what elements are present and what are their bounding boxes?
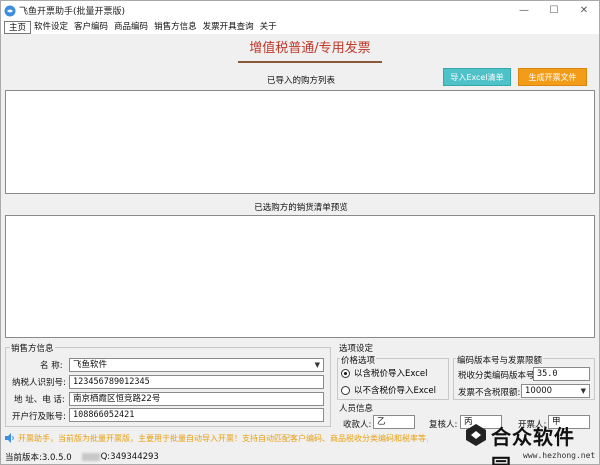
code-version-label: 税收分类编码版本号:	[458, 371, 538, 381]
blurred-region	[81, 452, 100, 461]
speaker-icon	[4, 432, 16, 444]
window-title: 飞鱼开票助手(批量开票版)	[19, 7, 126, 17]
watermark-logo-icon	[465, 423, 487, 447]
minimize-button[interactable]: —	[509, 1, 539, 20]
watermark-url: www.hezhong.net	[523, 451, 596, 460]
limit-value: 10000	[525, 386, 553, 396]
app-fish-icon	[4, 5, 16, 17]
seller-name-select[interactable]: 飞鱼软件 ▼	[69, 358, 324, 372]
radio-unchecked-icon	[341, 385, 350, 395]
generate-file-button[interactable]: 生成开票文件	[518, 68, 587, 86]
qq-text: Q:349344293	[100, 452, 159, 462]
price-with-tax-radio[interactable]: 以含税价导入Excel	[341, 367, 428, 379]
menu-goods-codes[interactable]: 商品编码	[111, 21, 151, 34]
radio-checked-icon	[341, 368, 350, 378]
address-label: 地 址、电 话:	[14, 395, 65, 405]
title-underline	[238, 61, 382, 63]
address-input[interactable]: 南京栖霞区恒竞路22号	[69, 392, 324, 406]
seller-group-title: 销售方信息	[10, 342, 55, 354]
menu-invoice-query[interactable]: 发票开具查询	[200, 21, 257, 34]
close-button[interactable]: ✕	[569, 1, 599, 20]
menu-seller-info[interactable]: 销售方信息	[151, 21, 200, 34]
chevron-down-icon: ▼	[314, 361, 320, 369]
title-bar: 飞鱼开票助手(批量开票版) — ☐ ✕	[1, 1, 599, 20]
code-version-input[interactable]: 35.0	[533, 367, 590, 381]
notice-text: 开票助手，当前版为批量开票版，主要用于批量自动导入开票！支持自动匹配客户编码、商…	[18, 433, 428, 443]
tab-home[interactable]: 主页	[4, 20, 32, 34]
import-excel-button[interactable]: 导入Excel清单	[443, 68, 511, 86]
limit-label: 发票不含税限额:	[458, 388, 521, 398]
menu-about[interactable]: 关于	[257, 21, 280, 34]
seller-name-value: 飞鱼软件	[73, 360, 108, 370]
maximize-button[interactable]: ☐	[539, 1, 569, 20]
people-group-title: 人员信息	[338, 402, 375, 414]
payee-input[interactable]: 乙	[373, 415, 415, 429]
bank-input[interactable]: 108866052421	[69, 408, 324, 422]
goods-preview-label: 已选购方的销货清单预览	[254, 203, 348, 213]
seller-name-label: 名 称:	[40, 361, 63, 371]
options-group-title: 选项设定	[338, 342, 375, 354]
menu-software-settings[interactable]: 软件设定	[31, 21, 71, 34]
price-without-tax-label: 以不含税价导入Excel	[354, 386, 437, 396]
tax-id-label: 纳税人识别号:	[12, 378, 66, 388]
goods-preview-list[interactable]	[5, 215, 595, 338]
imported-buyers-label: 已导入的购方列表	[266, 76, 335, 86]
app-window: 飞鱼开票助手(批量开票版) — ☐ ✕ 主页 软件设定 客户编码 商品编码 销售…	[0, 0, 600, 465]
site-watermark: 合众软件园 www.hezhong.net	[463, 421, 596, 465]
price-with-tax-label: 以含税价导入Excel	[354, 369, 428, 379]
code-version-title: 编码版本号与发票限额	[456, 354, 544, 366]
version-text: 当前版本:3.0.5.0	[5, 453, 72, 463]
window-controls: — ☐ ✕	[509, 1, 599, 20]
price-without-tax-radio[interactable]: 以不含税价导入Excel	[341, 384, 436, 396]
chevron-down-icon: ▼	[580, 387, 586, 395]
limit-select[interactable]: 10000 ▼	[521, 384, 590, 398]
menu-customer-codes[interactable]: 客户编码	[71, 21, 111, 34]
bank-label: 开户行及账号:	[12, 412, 66, 422]
menu-bar: 主页 软件设定 客户编码 商品编码 销售方信息 发票开具查询 关于	[1, 20, 599, 34]
qq-info: Q:349344293	[81, 452, 159, 462]
page-title: 增值税普通/专用发票	[249, 41, 371, 56]
tax-id-input[interactable]: 123456789012345	[69, 375, 324, 389]
imported-buyers-list[interactable]	[5, 90, 595, 194]
price-options-title: 价格选项	[340, 354, 377, 366]
